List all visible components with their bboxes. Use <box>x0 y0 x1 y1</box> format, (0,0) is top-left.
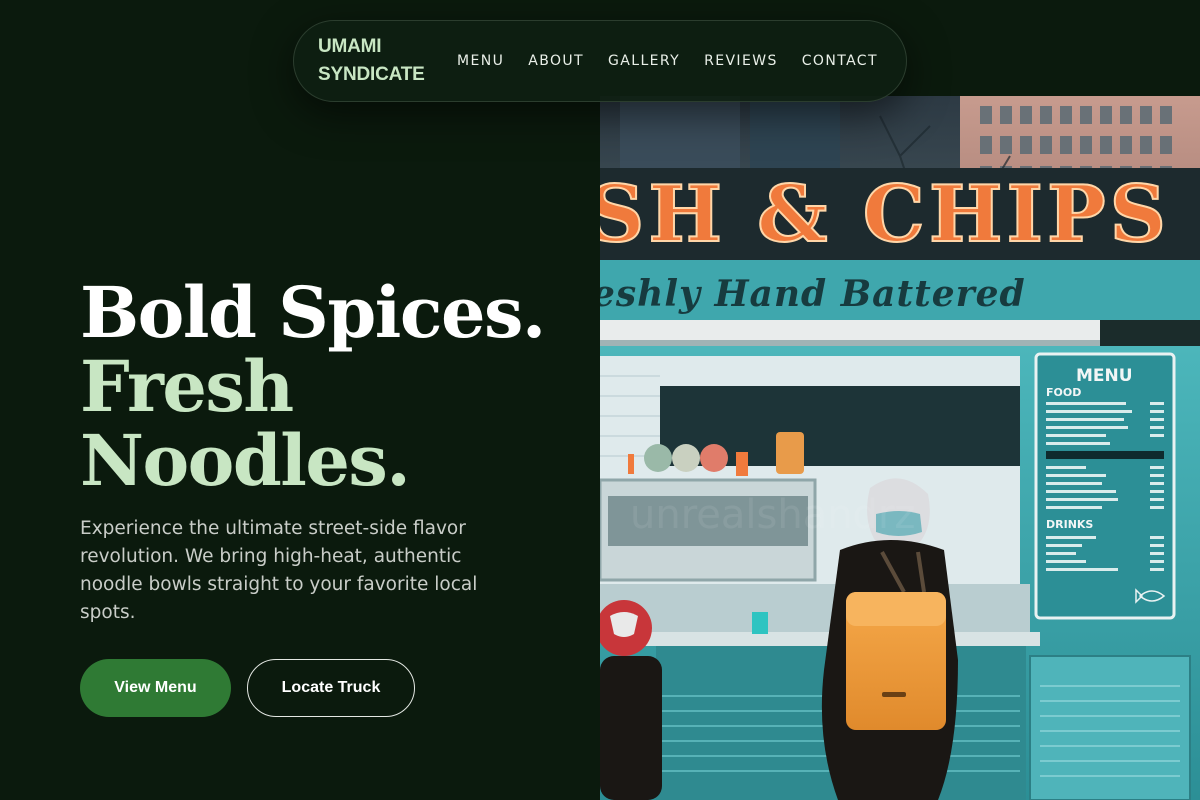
hero-food-truck-image: SH & CHIPS eshly Hand Battered MENU FOOD… <box>600 96 1200 800</box>
counter <box>600 584 1030 634</box>
cup <box>752 612 768 634</box>
menu-board-drinks: DRINKS <box>1046 518 1093 531</box>
top-navigation: UMAMI SYNDICATE MENU ABOUT GALLERY REVIE… <box>293 20 907 102</box>
nav-link-about[interactable]: ABOUT <box>528 53 584 69</box>
menu-board-food: FOOD <box>1046 386 1081 399</box>
hero-title-line-1: Bold Spices. <box>80 271 546 354</box>
brand-logo[interactable]: UMAMI SYNDICATE <box>318 33 436 89</box>
hero-title-line-3: Noodles. <box>80 419 411 502</box>
hero-title: Bold Spices. Fresh Noodles. <box>80 271 546 502</box>
nav-link-contact[interactable]: CONTACT <box>802 53 878 69</box>
truck-banner-text: eshly Hand Battered <box>600 273 1026 315</box>
nav-link-reviews[interactable]: REVIEWS <box>704 53 778 69</box>
nav-link-menu[interactable]: MENU <box>457 53 504 69</box>
logo-line-1: UMAMI <box>318 36 382 57</box>
building-mid <box>750 96 840 176</box>
hero-title-line-2: Fresh <box>80 345 294 428</box>
marquee-sign-text: SH & CHIPS <box>600 169 1170 260</box>
locate-truck-button[interactable]: Locate Truck <box>247 659 415 717</box>
lower-panel-right <box>1029 655 1191 800</box>
menu-board-title: MENU <box>1076 366 1133 386</box>
truck-awning <box>600 320 1100 340</box>
view-menu-button[interactable]: View Menu <box>80 659 231 717</box>
watermark: unrealshandrz <box>630 492 915 538</box>
logo-line-2: SYNDICATE <box>318 64 425 85</box>
hero-description: Experience the ultimate street-side flav… <box>80 518 478 623</box>
nav-link-gallery[interactable]: GALLERY <box>608 53 680 69</box>
nav-links: MENU ABOUT GALLERY REVIEWS CONTACT <box>457 53 878 69</box>
